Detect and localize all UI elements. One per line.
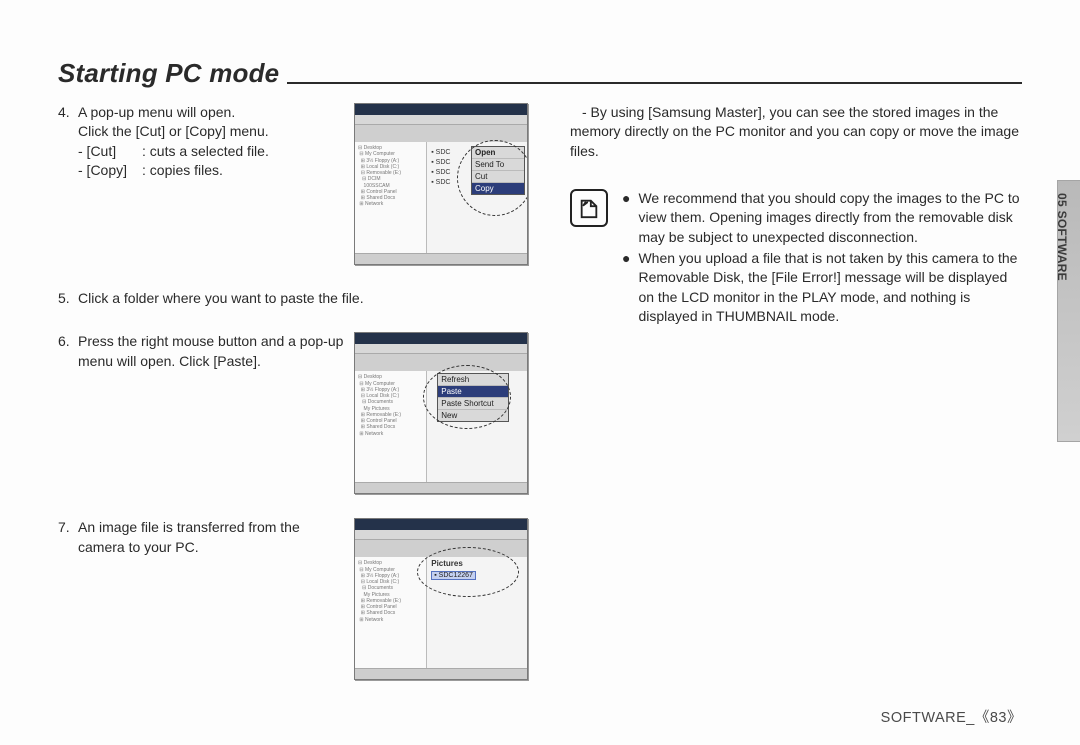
- step6-text: Press the right mouse button and a pop-u…: [78, 332, 346, 371]
- step-6: 6. Press the right mouse button and a po…: [58, 332, 528, 494]
- step7-text: An image file is transferred from the ca…: [78, 518, 346, 557]
- thumb1-files: ▪ SDC ▪ SDC ▪ SDC ▪ SDC: [431, 148, 450, 188]
- right-column: - By using [Samsung Master], you can see…: [570, 103, 1022, 704]
- step-4: 4. A pop-up menu will open. Click the [C…: [58, 103, 528, 265]
- note-icon: [570, 189, 608, 227]
- step4-cut-val: : cuts a selected file.: [142, 142, 346, 161]
- page-footer: SOFTWARE_《83》: [881, 706, 1022, 727]
- thumb1-tree: ⊟ Desktop ⊟ My Computer ⊞ 3½ Floppy (A:)…: [355, 142, 427, 254]
- right-para: - By using [Samsung Master], you can see…: [570, 103, 1022, 161]
- page-title-row: Starting PC mode: [58, 58, 1022, 89]
- screenshot-thumb-1: ⊟ Desktop ⊟ My Computer ⊞ 3½ Floppy (A:)…: [354, 103, 528, 265]
- step-num-5: 5.: [58, 289, 72, 308]
- screenshot-thumb-2: ⊟ Desktop ⊟ My Computer ⊞ 3½ Floppy (A:)…: [354, 332, 528, 494]
- step4-line2: Click the [Cut] or [Copy] menu.: [58, 122, 346, 141]
- step-5: 5. Click a folder where you want to past…: [58, 289, 528, 308]
- step4-line1: A pop-up menu will open.: [78, 103, 235, 122]
- step-num-7: 7.: [58, 518, 72, 557]
- step4-copy-val: : copies files.: [142, 161, 346, 180]
- screenshot-thumb-3: ⊟ Desktop ⊟ My Computer ⊞ 3½ Floppy (A:)…: [354, 518, 528, 680]
- step-num-4: 4.: [58, 103, 72, 122]
- note-bullet-2: ●When you upload a file that is not take…: [622, 249, 1022, 326]
- title-rule: [287, 82, 1022, 84]
- side-tab-label: 05 SOFTWARE: [1055, 193, 1069, 281]
- left-column: 4. A pop-up menu will open. Click the [C…: [58, 103, 528, 704]
- step4-cut-key: - [Cut]: [78, 142, 142, 161]
- step-7: 7. An image file is transferred from the…: [58, 518, 528, 680]
- note-block: ●We recommend that you should copy the i…: [570, 189, 1022, 328]
- thumb2-tree: ⊟ Desktop ⊟ My Computer ⊞ 3½ Floppy (A:)…: [355, 371, 427, 483]
- step4-copy-key: - [Copy]: [78, 161, 142, 180]
- side-tab: 05 SOFTWARE: [1057, 180, 1080, 442]
- step-num-6: 6.: [58, 332, 72, 371]
- step5-text: Click a folder where you want to paste t…: [78, 289, 364, 308]
- note-bullet-1: ●We recommend that you should copy the i…: [622, 189, 1022, 247]
- page-title: Starting PC mode: [58, 58, 287, 89]
